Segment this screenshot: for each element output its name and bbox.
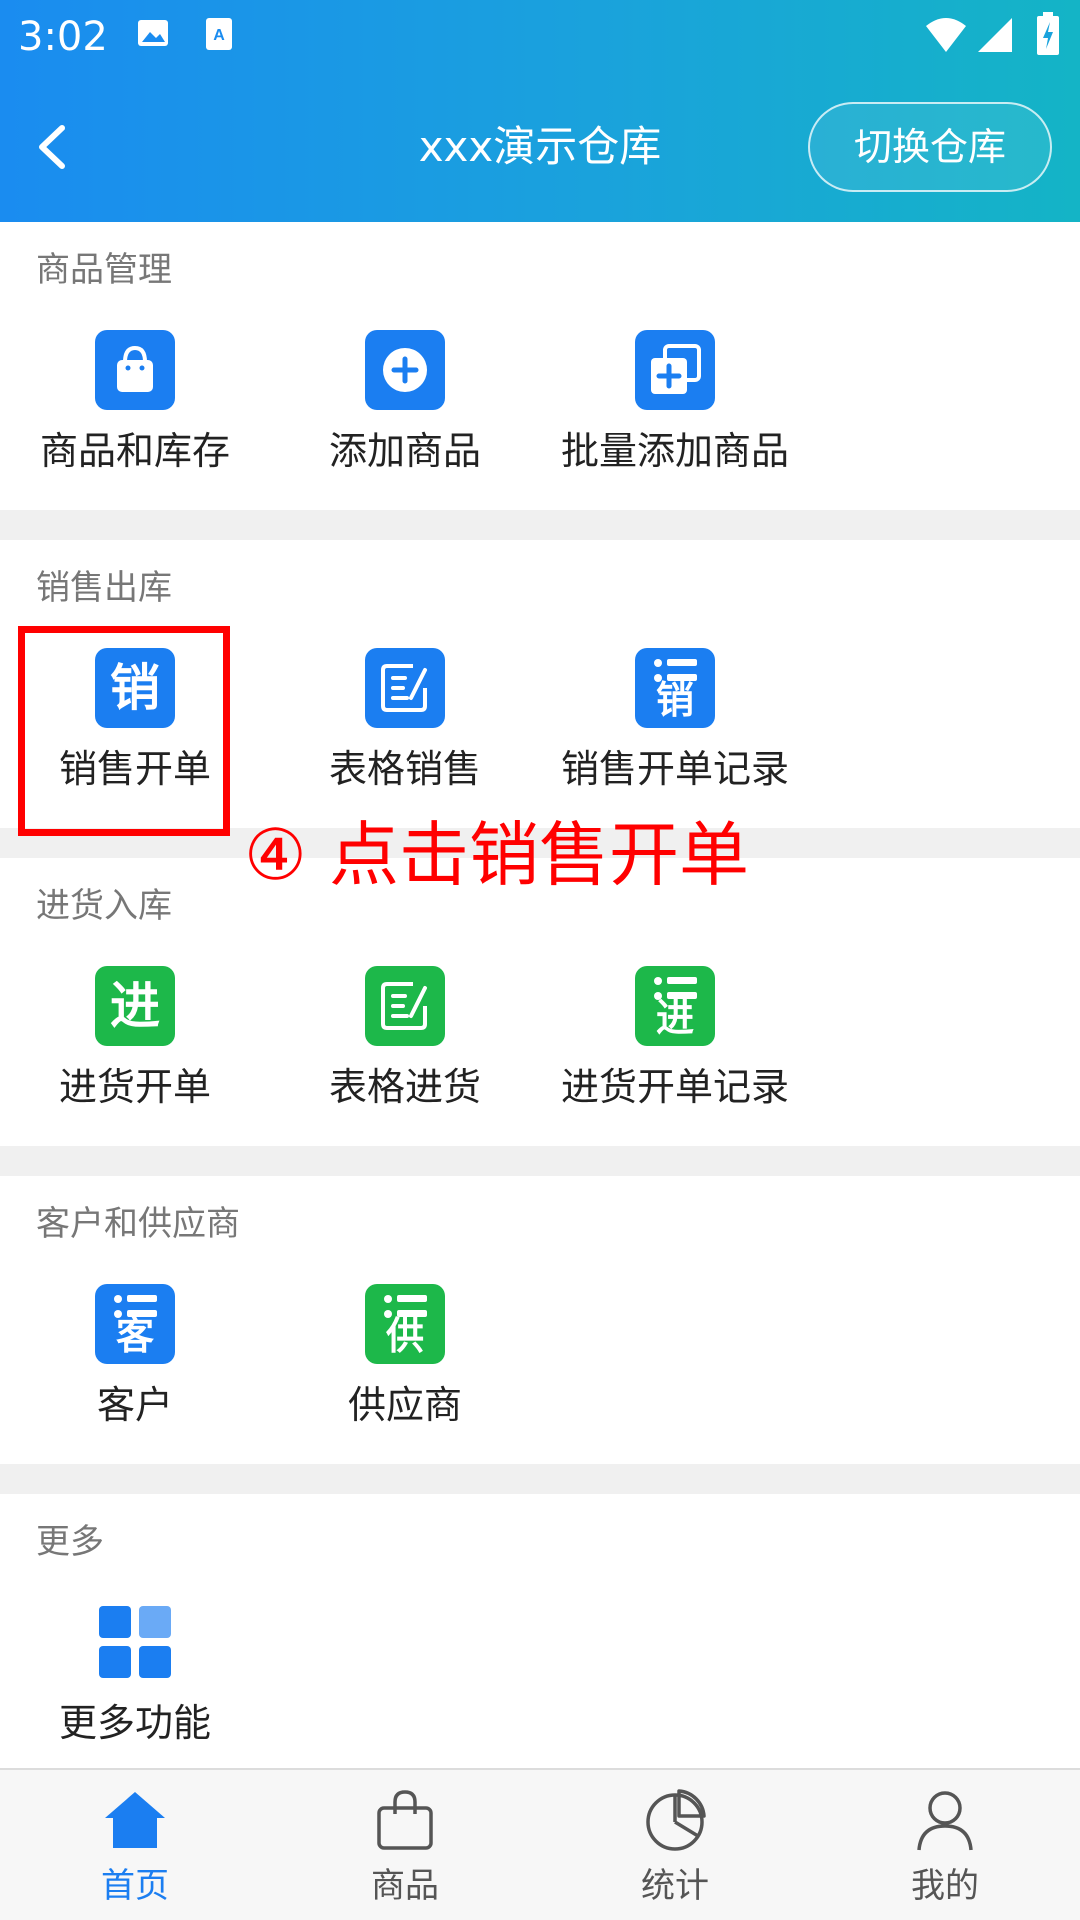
pie-chart-icon bbox=[643, 1788, 707, 1852]
purchase-order-icon: 进 bbox=[95, 966, 175, 1046]
supplier-icon: 供 bbox=[365, 1284, 445, 1364]
app-header: 3:02 A xxx演示仓库 切换仓库 bbox=[0, 0, 1080, 222]
batch-add-icon bbox=[635, 330, 715, 410]
section-partners: 客户和供应商 客 客户 供 供应商 bbox=[0, 1176, 1080, 1464]
switch-warehouse-button[interactable]: 切换仓库 bbox=[808, 102, 1052, 192]
tab-mine[interactable]: 我的 bbox=[810, 1770, 1080, 1920]
purchase-record-item[interactable]: 进 进货开单记录 bbox=[540, 966, 810, 1116]
section-title: 商品管理 bbox=[36, 250, 172, 290]
section-purchase: 进货入库 进 进货开单 表格进货 进 进货开单记录 bbox=[0, 858, 1080, 1146]
item-label: 更多功能 bbox=[58, 1701, 211, 1745]
status-bar: 3:02 A bbox=[0, 0, 1080, 74]
goods-and-stock-item[interactable]: 商品和库存 bbox=[0, 330, 270, 480]
icon-char: 供 bbox=[385, 1314, 424, 1358]
customer-item[interactable]: 客 客户 bbox=[0, 1284, 270, 1434]
purchase-order-item[interactable]: 进 进货开单 bbox=[0, 966, 270, 1116]
page-title: xxx演示仓库 bbox=[418, 122, 662, 171]
signal-icon bbox=[976, 16, 1014, 58]
section-title: 销售出库 bbox=[36, 568, 172, 608]
table-edit-icon bbox=[365, 966, 445, 1046]
bottom-nav: 首页 商品 统计 我的 bbox=[0, 1768, 1080, 1920]
icon-char: 进 bbox=[110, 977, 160, 1035]
table-sales-item[interactable]: 表格销售 bbox=[270, 648, 540, 798]
tab-label: 我的 bbox=[911, 1866, 979, 1906]
status-time: 3:02 bbox=[18, 14, 108, 60]
item-label: 批量添加商品 bbox=[560, 429, 789, 473]
nav-bar: xxx演示仓库 切换仓库 bbox=[0, 74, 1080, 222]
section-goods: 商品管理 商品和库存 添加商品 批量添加商品 bbox=[0, 222, 1080, 510]
grid-icon bbox=[95, 1602, 175, 1682]
wifi-icon bbox=[924, 16, 968, 58]
section-more: 更多 更多功能 bbox=[0, 1494, 1080, 1768]
sales-record-icon: 销 bbox=[635, 648, 715, 728]
add-goods-item[interactable]: 添加商品 bbox=[270, 330, 540, 480]
table-purchase-item[interactable]: 表格进货 bbox=[270, 966, 540, 1116]
more-functions-item[interactable]: 更多功能 bbox=[0, 1602, 270, 1752]
sales-record-item[interactable]: 销 销售开单记录 bbox=[540, 648, 810, 798]
section-title: 进货入库 bbox=[36, 886, 172, 926]
tab-label: 统计 bbox=[641, 1866, 709, 1906]
shopping-bag-icon bbox=[95, 330, 175, 410]
item-label: 商品和库存 bbox=[39, 429, 230, 473]
item-label: 表格进货 bbox=[328, 1065, 481, 1109]
svg-text:A: A bbox=[213, 27, 225, 44]
tab-statistics[interactable]: 统计 bbox=[540, 1770, 810, 1920]
table-edit-icon bbox=[365, 648, 445, 728]
item-label: 客户 bbox=[96, 1383, 173, 1427]
highlight-box bbox=[18, 626, 230, 836]
item-label: 供应商 bbox=[347, 1383, 462, 1427]
icon-char: 客 bbox=[115, 1314, 154, 1358]
section-title: 更多 bbox=[36, 1522, 104, 1562]
purchase-record-icon: 进 bbox=[635, 966, 715, 1046]
item-label: 进货开单 bbox=[58, 1065, 211, 1109]
text-icon: A bbox=[204, 16, 234, 56]
plus-circle-icon bbox=[365, 330, 445, 410]
annotation-text: ④ 点击销售开单 bbox=[244, 814, 750, 896]
item-label: 添加商品 bbox=[328, 429, 481, 473]
tab-home[interactable]: 首页 bbox=[0, 1770, 270, 1920]
supplier-item[interactable]: 供 供应商 bbox=[270, 1284, 540, 1434]
tab-label: 首页 bbox=[101, 1866, 169, 1906]
item-label: 进货开单记录 bbox=[560, 1065, 789, 1109]
back-button[interactable] bbox=[20, 112, 86, 182]
section-title: 客户和供应商 bbox=[36, 1204, 240, 1244]
back-arrow-icon bbox=[39, 125, 65, 169]
home-icon bbox=[103, 1788, 167, 1852]
icon-char: 销 bbox=[655, 678, 694, 722]
customer-icon: 客 bbox=[95, 1284, 175, 1364]
tab-label: 商品 bbox=[371, 1866, 439, 1906]
image-icon bbox=[136, 16, 170, 54]
bag-icon bbox=[373, 1788, 437, 1852]
battery-icon bbox=[1036, 12, 1060, 60]
item-label: 表格销售 bbox=[328, 747, 481, 791]
item-label: 销售开单记录 bbox=[560, 747, 789, 791]
batch-add-goods-item[interactable]: 批量添加商品 bbox=[540, 330, 810, 480]
icon-char: 进 bbox=[655, 996, 694, 1040]
user-icon bbox=[913, 1788, 977, 1852]
tab-goods[interactable]: 商品 bbox=[270, 1770, 540, 1920]
